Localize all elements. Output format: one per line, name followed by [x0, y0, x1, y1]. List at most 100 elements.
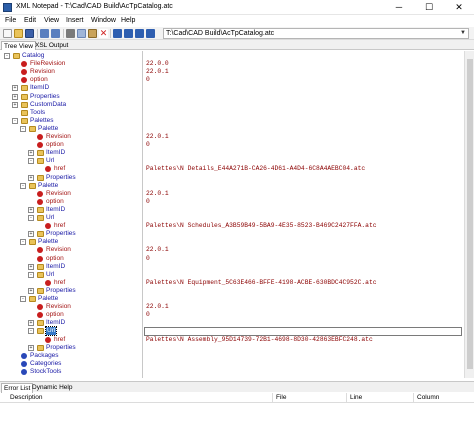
tree-node[interactable]: StockTools	[0, 368, 143, 376]
collapse-icon[interactable]: -	[28, 271, 34, 278]
node-value[interactable]: 0	[146, 76, 150, 84]
tree-node[interactable]: option	[0, 141, 143, 149]
tree-node[interactable]: + Properties	[0, 287, 143, 295]
tree-node[interactable]: FileRevision	[0, 60, 143, 68]
tree-node[interactable]: + ItemID	[0, 206, 143, 214]
tree-node[interactable]: Revision	[0, 68, 143, 76]
tree-node[interactable]: + ItemID	[0, 319, 143, 327]
node-value[interactable]: Palettes\N Details_E44A271B-CA26-4D61-A4…	[146, 165, 365, 173]
tree-node-label[interactable]: StockTools	[30, 368, 61, 376]
tree-node-label[interactable]: Url	[44, 326, 58, 337]
tree-node-label[interactable]: Url	[46, 271, 54, 279]
menu-file[interactable]: File	[5, 17, 16, 24]
tree-node-label[interactable]: href	[54, 222, 65, 230]
tree-node[interactable]: Packages	[0, 352, 143, 360]
tab-dynamic-help[interactable]: Dynamic Help	[30, 383, 74, 393]
minimize-button[interactable]: ─	[384, 0, 414, 15]
nudge-right-icon[interactable]	[146, 29, 155, 38]
tree-node[interactable]: + Properties	[0, 174, 143, 182]
tree-node[interactable]: - Url	[0, 157, 143, 165]
node-value[interactable]: 0	[146, 255, 150, 263]
copy-icon[interactable]	[77, 29, 86, 38]
collapse-icon[interactable]: -	[20, 125, 26, 132]
tree-node-label[interactable]: CustomData	[30, 101, 66, 109]
scrollbar-thumb[interactable]	[467, 59, 473, 369]
expand-icon[interactable]: +	[12, 93, 18, 100]
tree-node-label[interactable]: Packages	[30, 352, 59, 360]
collapse-icon[interactable]: -	[28, 328, 34, 335]
tree-node[interactable]: href	[0, 279, 143, 287]
tree-node-label[interactable]: ItemID	[46, 149, 65, 157]
tree-node-label[interactable]: href	[54, 336, 65, 344]
tree-node[interactable]: - Palette	[0, 125, 143, 133]
collapse-icon[interactable]: -	[12, 117, 18, 124]
tree-node-label[interactable]: option	[46, 141, 64, 149]
tree-node[interactable]: href	[0, 165, 143, 173]
tree-node-label[interactable]: Palette	[38, 295, 58, 303]
tree-node-label[interactable]: ItemID	[46, 206, 65, 214]
tree-node-label[interactable]: Tools	[30, 109, 45, 117]
expand-icon[interactable]: +	[28, 263, 34, 270]
tree-node[interactable]: Revision	[0, 246, 143, 254]
node-value[interactable]: 22.0.1	[146, 190, 169, 198]
tree-node[interactable]: + ItemID	[0, 263, 143, 271]
tree-node-label[interactable]: ItemID	[46, 263, 65, 271]
expand-icon[interactable]: +	[12, 101, 18, 108]
expand-icon[interactable]: +	[28, 287, 34, 294]
expand-icon[interactable]: +	[28, 231, 34, 238]
tree-node[interactable]: option	[0, 311, 143, 319]
column-column[interactable]: Column	[417, 394, 439, 401]
tree-node[interactable]: Revision	[0, 303, 143, 311]
delete-icon[interactable]: ✕	[99, 29, 108, 38]
maximize-button[interactable]: ☐	[414, 0, 444, 15]
tree-node-label[interactable]: option	[46, 198, 64, 206]
tree-node[interactable]: href	[0, 222, 143, 230]
node-value[interactable]: 22.0.1	[146, 246, 169, 254]
cut-icon[interactable]	[66, 29, 75, 38]
tree-node-label[interactable]: option	[46, 255, 64, 263]
menu-edit[interactable]: Edit	[24, 17, 36, 24]
tree-node[interactable]: option	[0, 198, 143, 206]
tree-node-label[interactable]: Palette	[38, 125, 58, 133]
tree-node[interactable]: Tools	[0, 109, 143, 117]
tree-node-label[interactable]: Palette	[38, 238, 58, 246]
tree-node-label[interactable]: Revision	[46, 303, 71, 311]
tree-node-label[interactable]: href	[54, 279, 65, 287]
open-icon[interactable]	[14, 29, 23, 38]
expand-icon[interactable]: +	[28, 320, 34, 327]
tree-node[interactable]: - Palettes	[0, 117, 143, 125]
tab-tree-view[interactable]: Tree View	[1, 41, 36, 50]
node-value[interactable]: 22.0.0	[146, 60, 169, 68]
new-icon[interactable]	[3, 29, 12, 38]
column-file[interactable]: File	[276, 394, 286, 401]
tree-node-label[interactable]: Url	[46, 214, 54, 222]
tree-node[interactable]: + Properties	[0, 230, 143, 238]
tree-node-label[interactable]: Palette	[38, 182, 58, 190]
tree-node-label[interactable]: Palettes	[30, 117, 54, 125]
save-icon[interactable]	[25, 29, 34, 38]
tree-node-label[interactable]: ItemID	[30, 84, 49, 92]
tree-node[interactable]: - Catalog	[0, 52, 143, 60]
tree-node[interactable]: + Properties	[0, 344, 143, 352]
tree-node[interactable]: Revision	[0, 190, 143, 198]
nudge-down-icon[interactable]	[124, 29, 133, 38]
expand-icon[interactable]: +	[28, 344, 34, 351]
collapse-icon[interactable]: -	[28, 158, 34, 165]
node-value[interactable]: 0	[146, 198, 150, 206]
nudge-left-icon[interactable]	[135, 29, 144, 38]
tree-node-label[interactable]: Properties	[46, 344, 76, 352]
tree-node-label[interactable]: Categories	[30, 360, 61, 368]
node-value[interactable]: 0	[146, 311, 150, 319]
tree-node[interactable]: + ItemID	[0, 149, 143, 157]
tree-node-label[interactable]: option	[30, 76, 48, 84]
nudge-up-icon[interactable]	[113, 29, 122, 38]
tree-node-label[interactable]: Revision	[46, 190, 71, 198]
tree-node-label[interactable]: Url	[46, 157, 54, 165]
tree-pane[interactable]: - Catalog FileRevision Revision option + ItemI…	[0, 51, 143, 378]
tree-node-label[interactable]: FileRevision	[30, 60, 65, 68]
menu-window[interactable]: Window	[91, 17, 116, 24]
tree-node[interactable]: + ItemID	[0, 84, 143, 92]
tree-node-label[interactable]: Properties	[46, 174, 76, 182]
tree-node[interactable]: - Url	[0, 214, 143, 222]
menu-view[interactable]: View	[44, 17, 59, 24]
